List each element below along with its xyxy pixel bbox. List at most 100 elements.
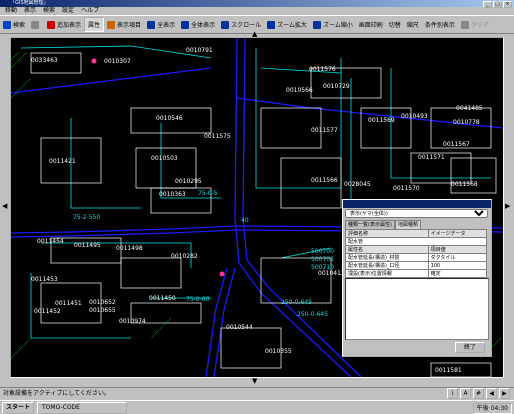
toolbar-button-label: 追加表示 (57, 22, 82, 29)
parcel-label: 0010655 (89, 307, 116, 314)
toolbar-button-11[interactable]: 切替 (386, 18, 404, 31)
toolbar-button-label: スクロール (231, 22, 262, 29)
taskbar-app[interactable]: TOMO-CODE (37, 401, 128, 414)
parcel-label: 0010729 (323, 83, 350, 90)
parcel-label: 0010566 (286, 87, 313, 94)
toolbar-button-label: 検索 (13, 22, 26, 29)
scroll-icon (221, 20, 230, 29)
parcel-label: 0010355 (265, 348, 292, 355)
toolbar-button-label: 全表示 (157, 22, 176, 29)
table-header: 項目値 (427, 245, 488, 254)
start-button[interactable]: スタート (2, 401, 35, 414)
parcel-label: 0011454 (37, 238, 64, 245)
parcel-label: 0010282 (171, 253, 198, 260)
parcel-label: 0010546 (156, 115, 183, 122)
map-number: 500700 (311, 248, 334, 255)
table-row[interactable]: 配水管延長(構造)_口径 100 (345, 261, 488, 270)
parcel-label: 0011452 (34, 308, 61, 315)
parcel-label: 0011577 (311, 127, 338, 134)
display-items-icon (107, 20, 116, 29)
parcel-label: 0011421 (49, 158, 76, 165)
menu-settings[interactable]: 設定 (62, 7, 74, 15)
toolbar-button-2[interactable]: 追加表示 (44, 18, 84, 31)
parcel-label: 0010652 (89, 299, 116, 306)
parcel-label: 0011567 (443, 141, 470, 148)
parcel-label: 0011568 (451, 181, 478, 188)
grid-icon[interactable]: # (473, 388, 484, 399)
parcel-label: 0033463 (31, 57, 58, 64)
parcel-label: 0010974 (119, 318, 146, 325)
parcel-label: 0010295 (175, 178, 202, 185)
map-number: 500710 (311, 264, 334, 271)
toolbar-button-label: 画面印刷 (358, 22, 383, 29)
add-display-icon (47, 20, 56, 29)
parcel-label: 0010413 (318, 270, 345, 277)
parcel-label: 0011576 (309, 66, 336, 73)
toolbar-button-label: 条件別表示 (424, 22, 455, 29)
left-icon[interactable]: ◀ (486, 388, 497, 399)
tab-type-list[interactable]: 種類一覧(表示属性) (345, 220, 395, 229)
attribute-detail-box (345, 278, 489, 340)
toolbar-button-label: 切替 (388, 22, 401, 29)
toolbar-button-10[interactable]: 画面印刷 (356, 18, 386, 31)
parcel-label: 0028045 (344, 181, 371, 188)
toolbar-button-8[interactable]: ズーム拡大 (264, 18, 310, 31)
toolbar-button-12[interactable]: 縮尺 (404, 18, 422, 31)
zoom-in-icon (267, 20, 276, 29)
toolbar-button-5[interactable]: 全表示 (144, 18, 178, 31)
menu-view[interactable]: 表示 (24, 7, 36, 15)
parcel-label: 0010778 (453, 119, 480, 126)
right-icon[interactable]: ▶ (499, 388, 510, 399)
scroll-right-arrow-icon[interactable]: ▶ (505, 203, 510, 210)
road-label: 75-0-60 (186, 296, 210, 303)
map-number: 500701 (311, 256, 334, 263)
parcel-label: 0010363 (159, 191, 186, 198)
panel-title-bar (343, 200, 491, 208)
display-selector[interactable]: 表示(ヤマ(全体)) (345, 209, 488, 218)
back-icon (31, 20, 40, 29)
toolbar-button-3[interactable]: 属性 (84, 17, 105, 32)
menu-help[interactable]: ヘルプ (81, 7, 99, 15)
table-row[interactable]: 埋設(表示)位置情報 確定 (345, 269, 488, 278)
parcel-label: 0010544 (226, 324, 253, 331)
parcel-label: 0010307 (104, 58, 131, 65)
text-icon[interactable]: A (460, 388, 471, 399)
road-label: 250-0-645 (281, 299, 312, 306)
parcel-label: 0011450 (149, 295, 176, 302)
toolbar-button-6[interactable]: 全体表示 (178, 18, 218, 31)
menu-search[interactable]: 検索 (43, 7, 55, 15)
table-row[interactable]: 配水管延長(構造)_材質 ダクタイル (345, 253, 488, 262)
table-header: イメージデータ (427, 229, 488, 238)
parcel-label: 0011566 (311, 177, 338, 184)
toolbar-button-4[interactable]: 表示項目 (104, 18, 144, 31)
table-header: 属性名 (345, 245, 429, 254)
parcel-label: 0010791 (186, 47, 213, 54)
attribute-table: 評価名称 イメージデータ 配水管 属性名 項目値 配水管延長(構造)_材質 ダクタイル… (345, 229, 488, 278)
clear-icon (460, 20, 469, 29)
road-label: 75-0-5 (198, 190, 218, 197)
close-panel-button[interactable]: 終了 (454, 342, 485, 353)
toolbar-button-0[interactable]: 検索 (0, 18, 28, 31)
toolbar-button-13[interactable]: 条件別表示 (422, 18, 458, 31)
parcel-label: 0011495 (74, 242, 101, 249)
toolbar-button-label: ズーム拡大 (277, 22, 307, 29)
toolbar-button-14[interactable]: クリア (458, 18, 492, 31)
parcel-label: 0011575 (204, 133, 231, 140)
scroll-down-arrow-icon[interactable]: ▼ (252, 378, 257, 385)
menu-move[interactable]: 移動 (5, 7, 17, 15)
toolbar-button-9[interactable]: ズーム縮小 (310, 18, 356, 31)
scroll-left-arrow-icon[interactable]: ◀ (2, 203, 7, 210)
toolbar-button-label: ズーム縮小 (322, 22, 353, 29)
search-icon (3, 20, 11, 29)
status-text: 対象設備をアクティブにしてください。 (3, 390, 110, 397)
parcel-label: 0011569 (368, 117, 395, 124)
toolbar-button-1[interactable] (28, 18, 44, 31)
table-header: 評価名称 (345, 229, 429, 238)
info-icon[interactable]: i (447, 388, 458, 399)
toolbar-button-7[interactable]: スクロール (218, 18, 264, 31)
parcel-label: 0011570 (393, 185, 420, 192)
tab-map-type[interactable]: 地図種類 (394, 220, 421, 229)
map-number: 40 (241, 217, 249, 224)
taskbar: スタート TOMO-CODE 午後 04:30 (0, 400, 514, 414)
parcel-label: 0011581 (435, 367, 462, 374)
